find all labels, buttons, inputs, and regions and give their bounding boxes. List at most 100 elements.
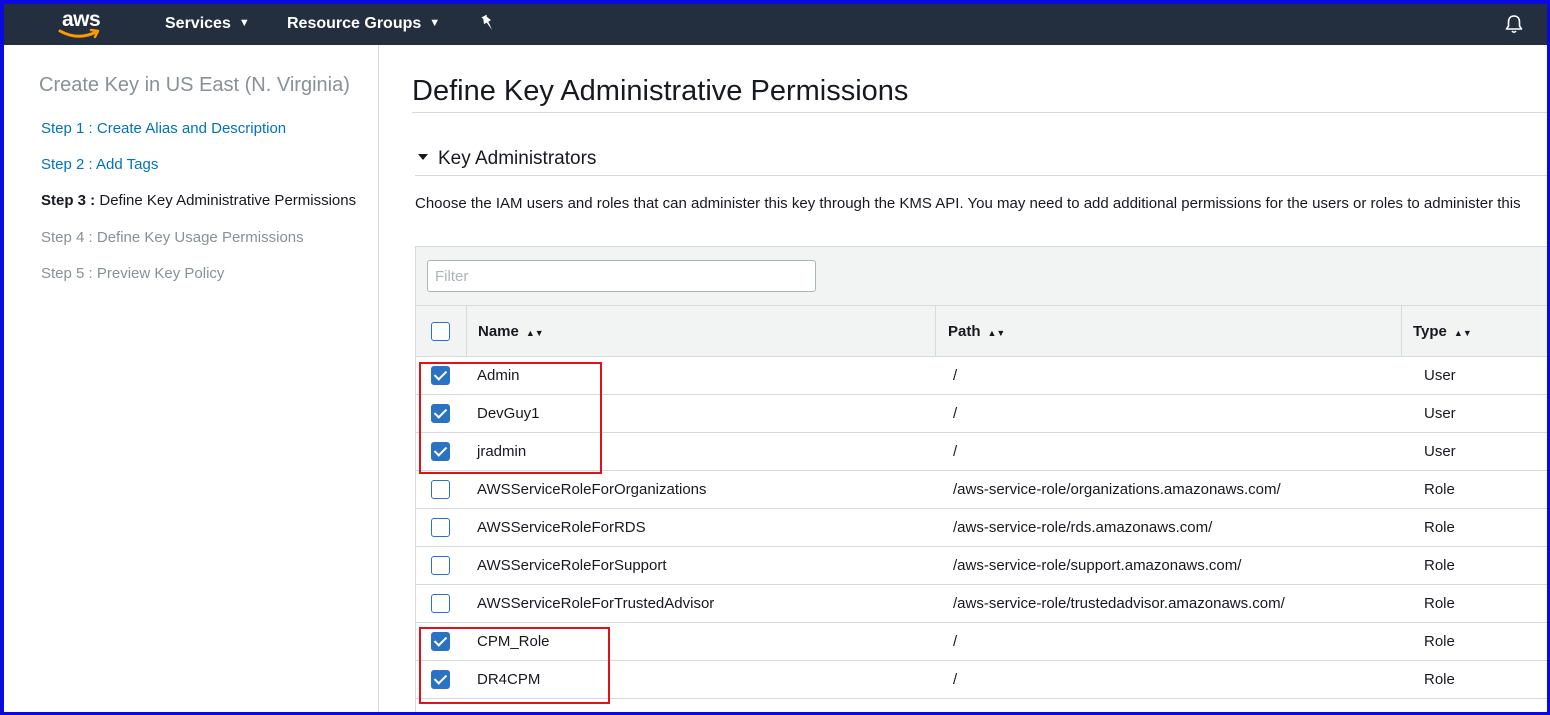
name-cell: AWSServiceRoleForRDS <box>477 519 646 536</box>
sidebar-title: Create Key in US East (N. Virginia) <box>39 74 350 96</box>
name-cell: AWSServiceRoleForTrustedAdvisor <box>477 595 715 612</box>
step-label: Define Key Administrative Permissions <box>95 192 357 209</box>
row-checkbox[interactable] <box>431 518 450 537</box>
name-cell: AWSServiceRoleForOrganizations <box>477 481 707 498</box>
step-prefix: Step 4 <box>41 229 85 246</box>
page-title: Define Key Administrative Permissions <box>412 75 909 107</box>
key-administrators-section-toggle[interactable]: Key Administrators <box>418 148 596 170</box>
row-checkbox[interactable] <box>431 594 450 613</box>
table-row[interactable]: jradmin / User <box>416 433 1547 471</box>
name-cell: DR4CPM <box>477 671 541 688</box>
path-cell: / <box>953 367 958 384</box>
step-label: : Define Key Usage Permissions <box>84 229 304 246</box>
type-cell: Role <box>1424 671 1455 688</box>
name-column-header[interactable]: Name ▲▼ <box>478 323 544 340</box>
column-label: Type <box>1413 323 1447 340</box>
name-cell: CPM_Role <box>477 633 550 650</box>
type-cell: User <box>1424 443 1456 460</box>
window-frame: aws Services ▼ Resource Groups ▼ Create Ke… <box>4 4 1547 712</box>
row-checkbox[interactable] <box>431 632 450 651</box>
path-cell: / <box>953 443 958 460</box>
step-1-link[interactable]: Step 1 : Create Alias and Description <box>41 120 286 137</box>
wizard-sidebar: Create Key in US East (N. Virginia) Step… <box>4 45 379 712</box>
table-row[interactable]: DevGuy1 / User <box>416 395 1547 433</box>
step-prefix: Step 5 <box>41 265 85 282</box>
row-checkbox[interactable] <box>431 366 450 385</box>
caret-down-icon <box>418 154 428 160</box>
aws-logo[interactable]: aws <box>56 8 112 42</box>
divider <box>415 175 1547 176</box>
sort-icon: ▲▼ <box>525 328 544 338</box>
name-cell: Admin <box>477 367 520 384</box>
table-row[interactable]: DR4CPM / Role <box>416 661 1547 699</box>
services-label: Services <box>165 15 231 32</box>
section-title: Key Administrators <box>438 148 597 169</box>
resource-groups-label: Resource Groups <box>287 15 422 32</box>
pin-icon[interactable] <box>480 14 496 32</box>
step-label: : Preview Key Policy <box>84 265 225 282</box>
step-prefix: Step 2 <box>41 156 85 173</box>
path-cell: /aws-service-role/organizations.amazonaw… <box>953 481 1281 498</box>
path-cell: / <box>953 405 958 422</box>
type-column-header[interactable]: Type ▲▼ <box>1413 323 1472 340</box>
sort-icon: ▲▼ <box>987 328 1006 338</box>
step-label: : Create Alias and Description <box>84 120 287 137</box>
step-prefix: Step 1 <box>41 120 85 137</box>
path-cell: /aws-service-role/rds.amazonaws.com/ <box>953 519 1213 536</box>
name-cell: AWSServiceRoleForSupport <box>477 557 667 574</box>
type-cell: Role <box>1424 557 1455 574</box>
bell-icon[interactable] <box>1504 14 1524 34</box>
type-cell: User <box>1424 405 1456 422</box>
path-cell: /aws-service-role/trustedadvisor.amazona… <box>953 595 1285 612</box>
select-all-checkbox[interactable] <box>431 322 450 341</box>
chevron-down-icon: ▼ <box>238 17 250 29</box>
path-cell: / <box>953 633 958 650</box>
table-row[interactable]: AWSServiceRoleForOrganizations/aws-servi… <box>416 471 1547 509</box>
divider <box>412 112 1547 113</box>
top-navigation-bar: aws Services ▼ Resource Groups ▼ <box>4 4 1547 45</box>
table-row[interactable]: AWSServiceRoleForRDS/aws-service-role/rd… <box>416 509 1547 547</box>
step-4-disabled: Step 4 : Define Key Usage Permissions <box>41 229 304 246</box>
column-divider <box>466 306 467 357</box>
name-cell: jradmin <box>477 443 527 460</box>
column-label: Path <box>948 323 981 340</box>
path-cell: /aws-service-role/support.amazonaws.com/ <box>953 557 1242 574</box>
chevron-down-icon: ▼ <box>429 17 441 29</box>
row-checkbox[interactable] <box>431 480 450 499</box>
table-row[interactable]: Admin / User <box>416 357 1547 395</box>
row-checkbox[interactable] <box>431 670 450 689</box>
step-2-link[interactable]: Step 2 : Add Tags <box>41 156 158 173</box>
resource-groups-menu[interactable]: Resource Groups ▼ <box>287 15 440 33</box>
column-divider[interactable] <box>935 306 936 357</box>
type-cell: Role <box>1424 519 1455 536</box>
column-label: Name <box>478 323 519 340</box>
type-cell: Role <box>1424 481 1455 498</box>
type-cell: User <box>1424 367 1456 384</box>
type-cell: Role <box>1424 633 1455 650</box>
type-cell: Role <box>1424 595 1455 612</box>
step-5-disabled: Step 5 : Preview Key Policy <box>41 265 224 282</box>
filter-bar <box>416 247 1547 306</box>
aws-smile-icon <box>58 28 100 39</box>
step-prefix: Step 3 <box>41 192 87 209</box>
section-description: Choose the IAM users and roles that can … <box>415 195 1521 212</box>
name-cell: DevGuy1 <box>477 405 540 422</box>
step-label: : Add Tags <box>84 156 159 173</box>
path-cell: / <box>953 671 958 688</box>
key-administrators-table: Name ▲▼ Path ▲▼ Type ▲▼ Admin / User DevGuy1 / U… <box>415 246 1547 712</box>
column-divider[interactable] <box>1401 306 1402 357</box>
table-row[interactable]: AWSServiceRoleForSupport/aws-service-rol… <box>416 547 1547 585</box>
row-checkbox[interactable] <box>431 442 450 461</box>
sort-icon: ▲▼ <box>1453 328 1472 338</box>
table-row[interactable]: AWSServiceRoleForTrustedAdvisor/aws-serv… <box>416 585 1547 623</box>
main-content: Define Key Administrative Permissions Ke… <box>412 45 1547 712</box>
step-prefix-colon: : <box>86 192 96 209</box>
services-menu[interactable]: Services ▼ <box>165 15 250 33</box>
table-row[interactable]: CPM_Role / Role <box>416 623 1547 661</box>
step-3-current: Step 3 : Define Key Administrative Permi… <box>41 192 356 209</box>
filter-input[interactable] <box>427 260 816 292</box>
path-column-header[interactable]: Path ▲▼ <box>948 323 1005 340</box>
row-checkbox[interactable] <box>431 404 450 423</box>
row-checkbox[interactable] <box>431 556 450 575</box>
table-header: Name ▲▼ Path ▲▼ Type ▲▼ <box>416 306 1547 357</box>
